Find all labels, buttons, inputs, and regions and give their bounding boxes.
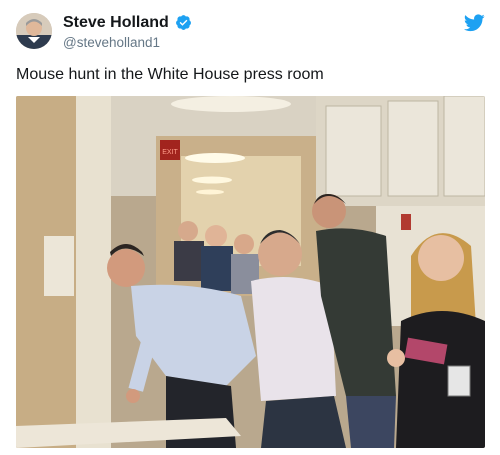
twitter-bird-icon[interactable] [464, 14, 485, 32]
exit-sign-label: EXIT [162, 149, 178, 156]
tweet-photo[interactable]: EXIT [16, 96, 485, 448]
verified-badge-icon [175, 14, 192, 31]
author-name[interactable]: Steve Holland [63, 14, 169, 32]
author-handle[interactable]: @steveholland1 [63, 35, 160, 50]
avatar[interactable] [16, 13, 52, 49]
tweet-card: Steve Holland @steveholland1 Mouse hunt … [0, 0, 500, 455]
tweet-text: Mouse hunt in the White House press room [16, 66, 324, 83]
